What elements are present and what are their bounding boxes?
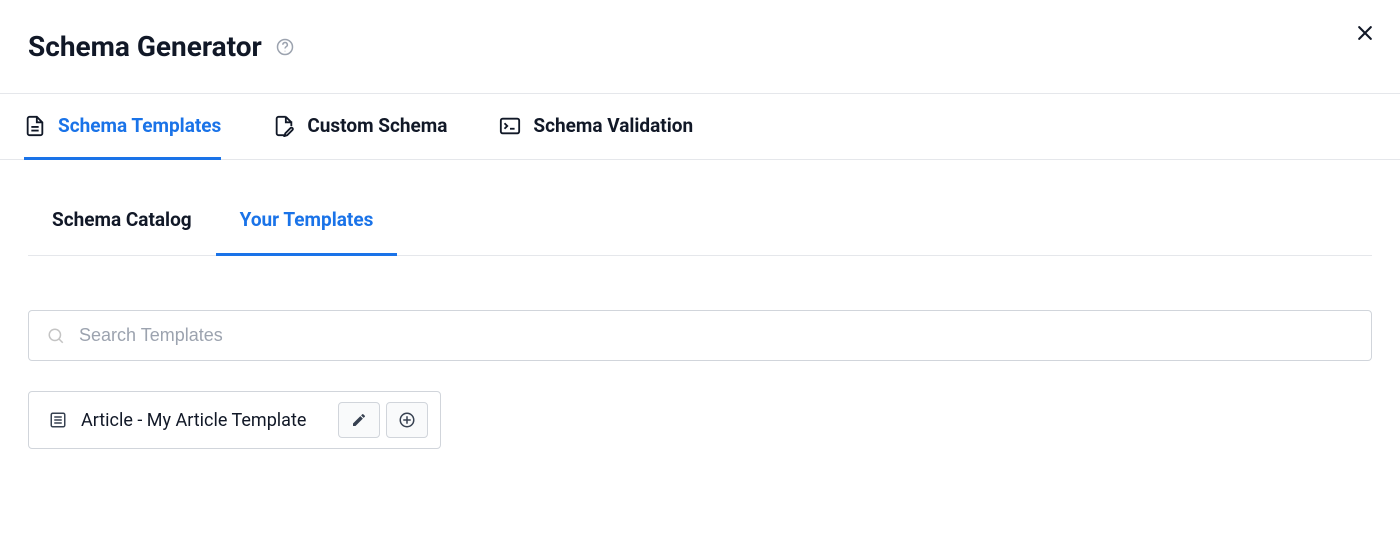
file-edit-icon <box>273 115 295 137</box>
search-input[interactable] <box>79 325 1353 346</box>
file-icon <box>24 115 46 137</box>
tab-label: Schema Catalog <box>52 208 192 231</box>
pencil-icon <box>351 412 367 428</box>
plus-circle-icon <box>398 411 416 429</box>
header-left: Schema Generator <box>28 30 294 63</box>
tab-schema-validation[interactable]: Schema Validation <box>499 94 693 160</box>
template-actions <box>338 402 428 438</box>
search-wrapper <box>28 310 1372 361</box>
template-label: Article - My Article Template <box>81 410 306 431</box>
tab-schema-catalog[interactable]: Schema Catalog <box>28 208 216 256</box>
template-item: Article - My Article Template <box>28 391 441 449</box>
terminal-icon <box>499 115 521 137</box>
content-area: Schema Catalog Your Templates <box>0 160 1400 449</box>
tab-label: Custom Schema <box>307 114 447 137</box>
add-button[interactable] <box>386 402 428 438</box>
tab-label: Schema Templates <box>58 114 221 137</box>
edit-button[interactable] <box>338 402 380 438</box>
page-title: Schema Generator <box>28 30 262 63</box>
tab-label: Schema Validation <box>533 114 693 137</box>
search-icon <box>47 327 65 345</box>
help-icon[interactable] <box>276 38 294 56</box>
page-header: Schema Generator <box>0 0 1400 94</box>
search-box[interactable] <box>28 310 1372 361</box>
tab-label: Your Templates <box>240 208 374 231</box>
tab-schema-templates[interactable]: Schema Templates <box>24 94 221 160</box>
tab-custom-schema[interactable]: Custom Schema <box>273 94 447 160</box>
template-list: Article - My Article Template <box>28 391 1372 449</box>
close-icon[interactable] <box>1354 22 1376 44</box>
primary-tabs: Schema Templates Custom Schema Schema Va… <box>0 94 1400 160</box>
tab-your-templates[interactable]: Your Templates <box>216 208 398 256</box>
secondary-tabs: Schema Catalog Your Templates <box>28 160 1372 256</box>
list-icon <box>49 411 67 429</box>
